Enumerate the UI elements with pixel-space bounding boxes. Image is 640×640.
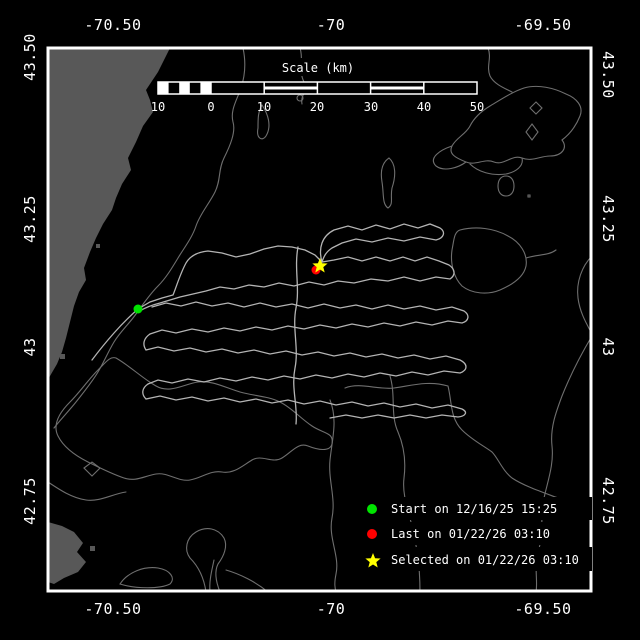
latitude-label-left: 43 bbox=[21, 337, 39, 356]
bathymetry-contour bbox=[498, 176, 514, 196]
drifter-track[interactable] bbox=[294, 247, 298, 424]
longitude-label-bottom: -70 bbox=[317, 600, 346, 618]
scale-bar: Scale (km) 10 0 10 20 30 40 50 bbox=[151, 58, 484, 114]
bathymetry-contour bbox=[433, 146, 466, 169]
bathymetry-contour bbox=[226, 570, 268, 592]
bathymetry-contour bbox=[56, 358, 332, 481]
drifter-track-map-plot: Scale (km) 10 0 10 20 30 40 50 -70.50 -7… bbox=[0, 0, 640, 640]
scale-tick-label: 10 bbox=[257, 100, 271, 114]
bathymetry-contour bbox=[530, 102, 542, 114]
start-marker-dot[interactable] bbox=[134, 305, 143, 314]
scale-tick-label: 20 bbox=[310, 100, 324, 114]
bathymetry-contour bbox=[526, 124, 538, 140]
bathymetry-contour bbox=[48, 482, 126, 500]
drifter-track[interactable] bbox=[150, 302, 468, 334]
bathymetry-contour bbox=[120, 568, 172, 588]
island-speck bbox=[60, 354, 65, 359]
track-layer bbox=[92, 224, 468, 424]
drifter-track[interactable] bbox=[144, 334, 466, 384]
scale-tick-label: 40 bbox=[417, 100, 431, 114]
bathymetry-contour bbox=[526, 250, 556, 258]
drifter-track[interactable] bbox=[321, 224, 444, 262]
scale-bar-segment bbox=[179, 82, 190, 94]
latitude-label-right: 43.25 bbox=[599, 195, 617, 243]
land-layer bbox=[48, 48, 170, 584]
latitude-label-left: 43.25 bbox=[21, 195, 39, 243]
scale-bar-stripe bbox=[264, 87, 317, 90]
island-landmass bbox=[48, 522, 86, 584]
scale-title: Scale (km) bbox=[282, 61, 354, 75]
scale-bar-segment bbox=[158, 82, 169, 94]
longitude-label-bottom: -69.50 bbox=[514, 600, 571, 618]
bathymetry-contour bbox=[528, 195, 530, 197]
island-speck bbox=[90, 546, 95, 551]
bathymetry-contour bbox=[330, 400, 337, 592]
drifter-track[interactable] bbox=[143, 384, 466, 418]
legend-start-dot bbox=[367, 504, 377, 514]
scale-bar-stripe bbox=[371, 87, 424, 90]
longitude-label-bottom: -70.50 bbox=[84, 600, 141, 618]
longitude-label-top: -70.50 bbox=[84, 16, 141, 34]
legend-last-dot bbox=[367, 529, 377, 539]
bathymetry-contour bbox=[451, 228, 526, 293]
island-speck bbox=[96, 244, 100, 248]
bathymetry-contour bbox=[470, 158, 522, 175]
bathymetry-contour bbox=[187, 529, 226, 592]
latitude-label-right: 42.75 bbox=[599, 477, 617, 525]
bathymetry-contour bbox=[345, 383, 592, 510]
map-canvas[interactable]: Scale (km) 10 0 10 20 30 40 50 -70.50 -7… bbox=[0, 0, 640, 640]
scale-tick-label: 50 bbox=[470, 100, 484, 114]
legend-start-label: Start on 12/16/25 15:25 bbox=[391, 502, 557, 516]
mainland-coast bbox=[48, 48, 170, 380]
scale-tick-label: 10 bbox=[151, 100, 165, 114]
bathymetry-contour bbox=[451, 86, 581, 163]
longitude-label-top: -69.50 bbox=[514, 16, 571, 34]
scale-tick-label: 0 bbox=[207, 100, 214, 114]
bathymetry-contour bbox=[488, 48, 512, 92]
scale-bar-segment bbox=[200, 82, 211, 94]
drifter-track[interactable] bbox=[92, 309, 138, 360]
legend: Start on 12/16/25 15:25 Last on 01/22/26… bbox=[356, 497, 592, 571]
bathymetry-contour bbox=[381, 158, 394, 208]
scale-tick-label: 30 bbox=[364, 100, 378, 114]
latitude-label-right: 43.50 bbox=[599, 51, 617, 99]
legend-selected-label: Selected on 01/22/26 03:10 bbox=[391, 553, 579, 567]
latitude-label-right: 43 bbox=[599, 337, 617, 356]
legend-last-label: Last on 01/22/26 03:10 bbox=[391, 527, 550, 541]
island-speck bbox=[120, 116, 124, 120]
longitude-label-top: -70 bbox=[317, 16, 346, 34]
drifter-track[interactable] bbox=[138, 246, 454, 311]
bathymetry-contour bbox=[210, 560, 214, 592]
latitude-label-left: 43.50 bbox=[21, 33, 39, 81]
latitude-label-left: 42.75 bbox=[21, 477, 39, 525]
